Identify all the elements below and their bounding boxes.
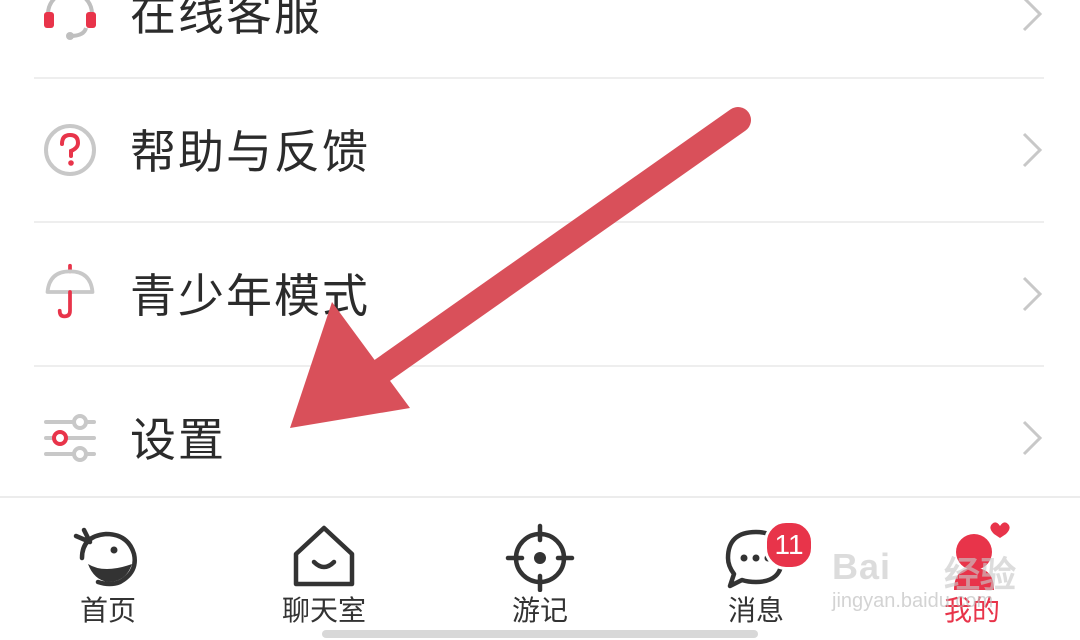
chevron-right-icon [1022,420,1043,456]
bird-home-icon [73,527,137,587]
menu-item-settings[interactable]: 设置 [0,368,1080,512]
sliders-icon [44,414,96,462]
tab-label: 我的 [943,594,1000,627]
menu-item-help-feedback[interactable]: 帮助与反馈 [0,80,1080,224]
menu-item-label: 帮助与反馈 [130,125,370,179]
menu-item-online-service[interactable]: 在线客服 [0,0,1080,86]
home-indicator [322,630,758,638]
tab-label: 聊天室 [281,594,366,627]
tab-home[interactable]: 首页 [28,498,188,640]
menu-item-teen-mode[interactable]: 青少年模式 [0,224,1080,368]
unread-count-badge: 11 [764,520,814,570]
bottom-tab-bar: 首页 聊天室 游记 11 消息 我的 [0,496,1080,640]
menu-item-label: 在线客服 [130,0,322,41]
headset-icon [44,0,96,40]
chevron-right-icon [1022,276,1043,312]
target-icon [505,523,575,592]
settings-page: 在线客服 帮助与反馈 青少年模式 设置 首页 聊天室 游记 11 消息 我的 B… [0,0,1080,640]
tab-chatroom[interactable]: 聊天室 [244,498,404,640]
question-circle-icon [44,124,96,176]
tab-label: 消息 [727,594,784,627]
divider [34,77,1044,79]
chevron-right-icon [1022,0,1043,32]
profile-icon [954,522,1010,590]
chevron-right-icon [1022,132,1043,168]
tab-travel-notes[interactable]: 游记 [460,498,620,640]
menu-item-label: 设置 [130,413,226,467]
umbrella-icon [45,263,95,319]
divider [34,221,1044,223]
tab-label: 首页 [79,594,136,627]
house-smile-icon [293,525,355,587]
tab-label: 游记 [511,594,568,627]
tab-messages[interactable]: 11 消息 [676,498,836,640]
tab-profile[interactable]: 我的 [892,498,1052,640]
divider [34,365,1044,367]
menu-item-label: 青少年模式 [130,269,370,323]
